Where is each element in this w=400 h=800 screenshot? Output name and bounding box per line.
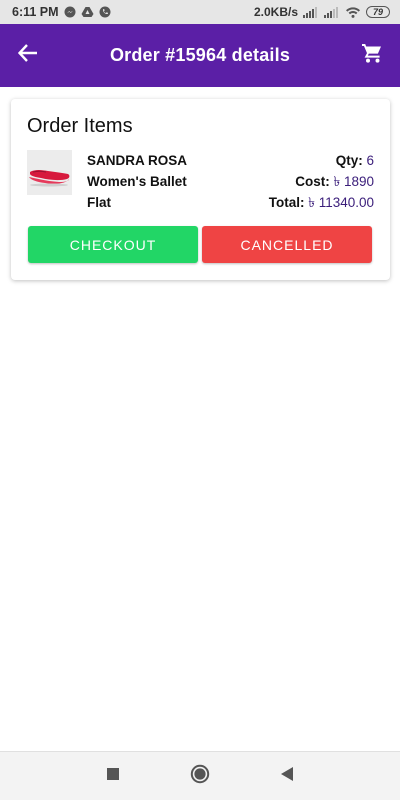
product-name-line: SANDRA ROSA: [87, 153, 188, 168]
order-items-heading: Order Items: [27, 115, 133, 137]
status-bar-left: 6:11 PM: [12, 5, 111, 19]
shopping-cart-icon: [361, 42, 383, 69]
total-row: Total: ৳ 11340.00: [269, 192, 374, 213]
qty-row: Qty: 6: [269, 150, 374, 171]
arrow-left-icon: [17, 44, 38, 67]
total-label: Total:: [268, 195, 305, 210]
cost-label: Cost:: [295, 174, 330, 189]
cost-value: ৳ 1890: [333, 174, 374, 189]
battery-indicator: 79: [366, 6, 390, 18]
status-bar: 6:11 PM 2.0KB/s 79: [0, 0, 400, 24]
item-specs: Qty: 6 Cost: ৳ 1890 Total: ৳ 11340.00: [269, 150, 374, 213]
square-recents-icon[interactable]: [106, 767, 120, 786]
qty-value: 6: [366, 153, 374, 168]
status-bar-right: 2.0KB/s 79: [254, 5, 390, 19]
triangle-back-icon[interactable]: [280, 766, 294, 787]
signal-icon-2: [324, 6, 340, 18]
qty-label: Qty:: [335, 153, 363, 168]
circle-home-icon[interactable]: [190, 764, 210, 789]
order-items-card: Order Items SANDRA ROSA Women's Ballet F…: [11, 99, 390, 280]
phone-call-icon: [99, 6, 111, 18]
messenger-icon: [64, 6, 76, 18]
cancelled-button[interactable]: CANCELLED: [202, 226, 372, 263]
product-name: SANDRA ROSA Women's Ballet Flat: [87, 150, 217, 213]
product-thumbnail[interactable]: [27, 150, 72, 195]
cart-button[interactable]: [358, 42, 386, 70]
product-name-line: Flat: [87, 195, 112, 210]
network-speed: 2.0KB/s: [253, 5, 298, 19]
back-button[interactable]: [14, 42, 42, 70]
app-bar: Order #15964 details: [0, 24, 400, 87]
product-name-line: Women's Ballet: [87, 174, 187, 189]
checkout-button[interactable]: CHECKOUT: [28, 226, 198, 263]
signal-icon: [303, 6, 319, 18]
wifi-icon: [345, 6, 361, 18]
total-value: ৳ 11340.00: [308, 195, 374, 210]
page-title: Order #15964 details: [109, 45, 291, 65]
ballet-flat-image: [27, 150, 72, 195]
status-time: 6:11 PM: [12, 5, 59, 19]
cost-row: Cost: ৳ 1890: [269, 171, 374, 192]
drive-icon: [81, 6, 94, 18]
system-nav-bar: [0, 751, 400, 800]
